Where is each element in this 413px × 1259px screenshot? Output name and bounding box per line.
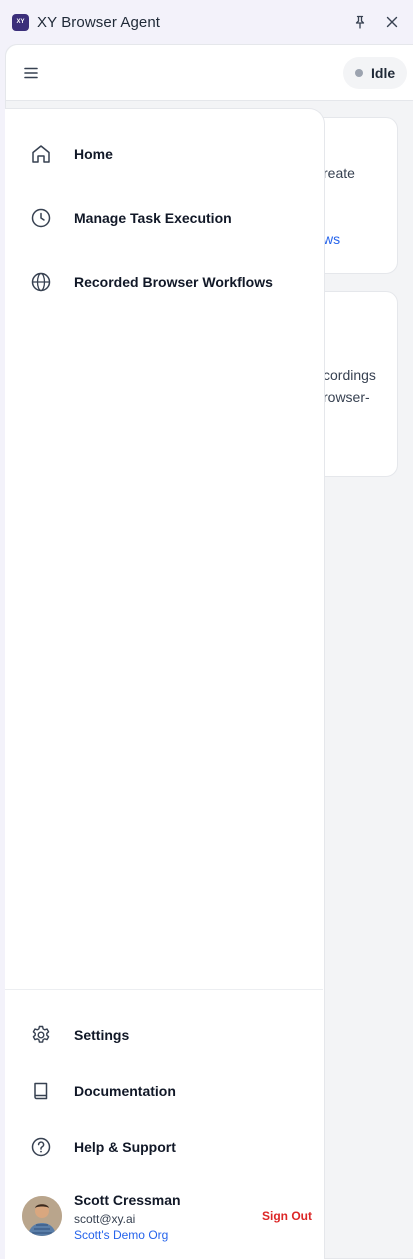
sign-out-button[interactable]: Sign Out: [262, 1209, 312, 1223]
nav-item-home[interactable]: Home: [5, 130, 323, 178]
gear-icon: [32, 1025, 50, 1043]
globe-icon: [31, 272, 51, 292]
menu-button[interactable]: [21, 63, 41, 83]
card-text: cordings: [323, 367, 376, 383]
pin-icon: [355, 15, 365, 29]
nav-item-documentation[interactable]: Documentation: [5, 1067, 323, 1115]
status-text: Idle: [371, 65, 396, 81]
divider: [5, 989, 323, 990]
nav-item-help-support[interactable]: Help & Support: [5, 1123, 323, 1171]
header: Idle: [6, 45, 413, 101]
card-link[interactable]: ws: [323, 231, 340, 247]
status-dot: [355, 69, 363, 77]
help-circle-icon: [31, 1137, 51, 1157]
user-email: scott@xy.ai: [74, 1212, 136, 1226]
app-logo: XY: [12, 13, 29, 31]
close-button[interactable]: [383, 13, 401, 31]
home-icon: [32, 145, 50, 163]
nav-label: Manage Task Execution: [74, 210, 232, 226]
close-icon: [386, 16, 398, 28]
nav-item-settings[interactable]: Settings: [5, 1011, 323, 1059]
nav-label: Home: [74, 146, 113, 162]
status-badge: Idle: [343, 57, 408, 89]
user-profile: Scott Cressman scott@xy.ai Scott's Demo …: [5, 1179, 323, 1249]
card-text: rowser-: [323, 389, 370, 405]
user-org-link[interactable]: Scott's Demo Org: [74, 1228, 168, 1242]
pin-button[interactable]: [351, 13, 369, 31]
nav-label: Help & Support: [74, 1139, 176, 1155]
nav-item-recorded-browser-workflows[interactable]: Recorded Browser Workflows: [5, 258, 323, 306]
avatar: [22, 1196, 62, 1236]
hamburger-icon: [24, 67, 38, 79]
book-icon: [34, 1082, 48, 1100]
clock-icon: [31, 208, 51, 228]
nav-item-manage-task-execution[interactable]: Manage Task Execution: [5, 194, 323, 242]
navigation-drawer: Home Manage Task Execution Recorded Brow…: [5, 108, 325, 1259]
app-title: XY Browser Agent: [37, 13, 161, 31]
title-bar: XY XY Browser Agent: [0, 0, 413, 44]
user-name: Scott Cressman: [74, 1192, 181, 1208]
nav-label: Recorded Browser Workflows: [74, 274, 273, 290]
nav-label: Settings: [74, 1027, 130, 1043]
card-text: reate: [323, 165, 355, 181]
nav-label: Documentation: [74, 1083, 176, 1099]
